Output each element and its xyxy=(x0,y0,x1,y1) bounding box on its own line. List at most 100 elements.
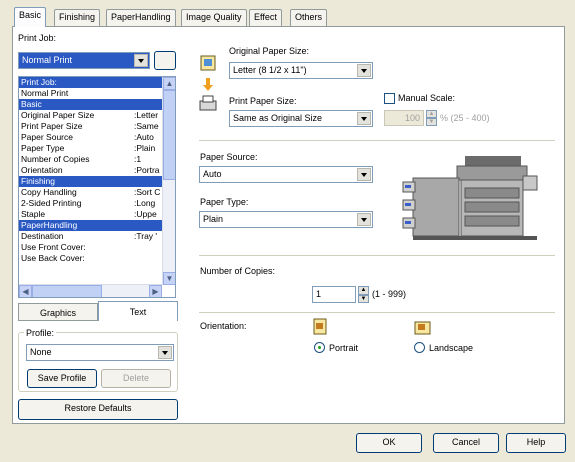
list-item-name: Staple xyxy=(21,209,46,219)
list-item-value: :Long xyxy=(134,198,156,208)
vertical-scrollbar[interactable]: ▲ ▼ xyxy=(162,77,175,285)
list-item-value: :Tray ' xyxy=(134,231,158,241)
tab-graphics[interactable]: Graphics xyxy=(18,303,98,321)
list-item[interactable]: Paper Type:Plain xyxy=(19,143,175,154)
list-item-value: :Portra xyxy=(134,165,160,175)
scroll-thumb[interactable] xyxy=(163,90,175,180)
original-paper-size-select[interactable]: Letter (8 1/2 x 11") xyxy=(229,62,373,79)
original-paper-icon xyxy=(200,55,216,71)
save-profile-button[interactable]: Save Profile xyxy=(27,369,97,388)
list-item[interactable]: Normal Print xyxy=(19,88,175,99)
list-item[interactable]: Original Paper Size:Letter xyxy=(19,110,175,121)
scroll-up-icon[interactable]: ▲ xyxy=(163,77,175,90)
list-item-name: Basic xyxy=(21,99,42,109)
restore-defaults-button[interactable]: Restore Defaults xyxy=(18,399,178,420)
chevron-down-icon[interactable] xyxy=(158,346,172,359)
list-item[interactable]: Print Paper Size:Same xyxy=(19,121,175,132)
copies-input[interactable]: 1 xyxy=(312,286,356,303)
chevron-down-icon[interactable] xyxy=(134,54,148,67)
paper-type-label: Paper Type: xyxy=(200,197,249,207)
paper-type-value: Plain xyxy=(203,214,224,224)
portrait-label: Portrait xyxy=(329,343,359,353)
help-button[interactable]: Help xyxy=(506,433,566,453)
list-item[interactable]: 2-Sided Printing :Long xyxy=(19,198,175,209)
print-paper-size-value: Same as Original Size xyxy=(233,113,323,123)
list-item-name: Use Front Cover: xyxy=(21,242,86,252)
print-job-select[interactable]: Normal Print xyxy=(18,52,150,69)
printer-illustration xyxy=(402,156,538,240)
manual-scale-checkbox[interactable] xyxy=(384,93,395,104)
divider xyxy=(199,140,555,141)
list-item-name: Finishing xyxy=(21,176,56,186)
chevron-down-icon[interactable] xyxy=(357,64,371,77)
list-item[interactable]: Staple :Uppe xyxy=(19,209,175,220)
list-item-value: :1 xyxy=(134,154,142,164)
list-item[interactable]: Orientation :Portra xyxy=(19,165,175,176)
hscroll-thumb[interactable] xyxy=(32,285,102,297)
scroll-right-icon[interactable]: ▶ xyxy=(149,285,162,297)
copies-down-icon[interactable]: ▼ xyxy=(358,295,369,303)
list-item[interactable]: Paper Source:Auto xyxy=(19,132,175,143)
orientation-label: Orientation: xyxy=(200,321,247,331)
list-group-header[interactable]: Basic xyxy=(19,99,175,110)
chevron-down-icon[interactable] xyxy=(357,112,371,125)
list-item-value: :Uppe xyxy=(134,209,157,219)
divider xyxy=(199,255,555,256)
list-item[interactable]: Copy Handling:Sort C xyxy=(19,187,175,198)
portrait-icon xyxy=(313,318,327,335)
paper-source-label: Paper Source: xyxy=(200,152,258,162)
cancel-button[interactable]: Cancel xyxy=(433,433,499,453)
landscape-radio[interactable] xyxy=(414,342,425,353)
profile-label: Profile: xyxy=(24,328,57,338)
print-job-label: Print Job: xyxy=(18,33,57,43)
list-item[interactable]: Use Front Cover: xyxy=(19,242,175,253)
list-item-name: 2-Sided Printing xyxy=(21,198,82,208)
manual-scale-range: % (25 - 400) xyxy=(440,113,490,123)
list-item-name: Original Paper Size xyxy=(21,110,95,120)
list-item[interactable]: Use Back Cover: xyxy=(19,253,175,264)
tab-image-quality[interactable]: Image Quality xyxy=(181,9,247,26)
paper-source-value: Auto xyxy=(203,169,222,179)
portrait-radio[interactable] xyxy=(314,342,325,353)
arrow-down-icon xyxy=(203,78,213,91)
list-item-name: Orientation xyxy=(21,165,63,175)
tab-finishing[interactable]: Finishing xyxy=(54,9,101,26)
copies-up-icon[interactable]: ▲ xyxy=(358,286,369,295)
scale-up-icon[interactable]: ▲ xyxy=(426,110,437,118)
print-paper-size-select[interactable]: Same as Original Size xyxy=(229,110,373,127)
horizontal-scrollbar[interactable]: ◀ ▶ xyxy=(19,284,162,297)
chevron-down-icon[interactable] xyxy=(357,213,371,226)
scale-down-icon[interactable]: ▼ xyxy=(426,118,437,126)
list-item-value: :Same xyxy=(134,121,159,131)
manual-scale-label: Manual Scale: xyxy=(398,93,456,103)
manual-scale-input[interactable]: 100 xyxy=(384,110,424,126)
tab-basic[interactable]: Basic xyxy=(14,7,47,27)
delete-profile-button[interactable]: Delete xyxy=(101,369,171,388)
list-item-name: Normal Print xyxy=(21,88,69,98)
profile-select[interactable]: None xyxy=(26,344,174,361)
chevron-down-icon[interactable] xyxy=(357,168,371,181)
print-job-value: Normal Print xyxy=(22,55,73,65)
list-item[interactable]: Destination:Tray ' xyxy=(19,231,175,242)
scroll-down-icon[interactable]: ▼ xyxy=(163,272,175,285)
ok-button[interactable]: OK xyxy=(356,433,422,453)
settings-summary-list[interactable]: Print Job: Normal Print Basic Original Pape… xyxy=(18,76,176,298)
scroll-left-icon[interactable]: ◀ xyxy=(19,285,32,297)
print-paper-size-label: Print Paper Size: xyxy=(229,96,297,106)
list-group-header[interactable]: Print Job: xyxy=(19,77,175,88)
copies-label: Number of Copies: xyxy=(200,266,276,276)
print-job-settings-button[interactable] xyxy=(154,51,176,70)
tab-paperhandling[interactable]: PaperHandling xyxy=(106,9,176,26)
tab-others[interactable]: Others xyxy=(290,9,328,26)
print-paper-icon xyxy=(199,95,217,111)
landscape-icon xyxy=(414,321,431,335)
list-item[interactable]: Number of Copies:1 xyxy=(19,154,175,165)
list-group-header[interactable]: PaperHandling xyxy=(19,220,175,231)
profile-value: None xyxy=(30,347,52,357)
paper-type-select[interactable]: Plain xyxy=(199,211,373,228)
tab-text[interactable]: Text xyxy=(98,301,178,321)
tab-effect[interactable]: Effect xyxy=(249,9,282,26)
list-group-header[interactable]: Finishing xyxy=(19,176,175,187)
paper-source-select[interactable]: Auto xyxy=(199,166,373,183)
list-item-value: :Plain xyxy=(134,143,156,153)
